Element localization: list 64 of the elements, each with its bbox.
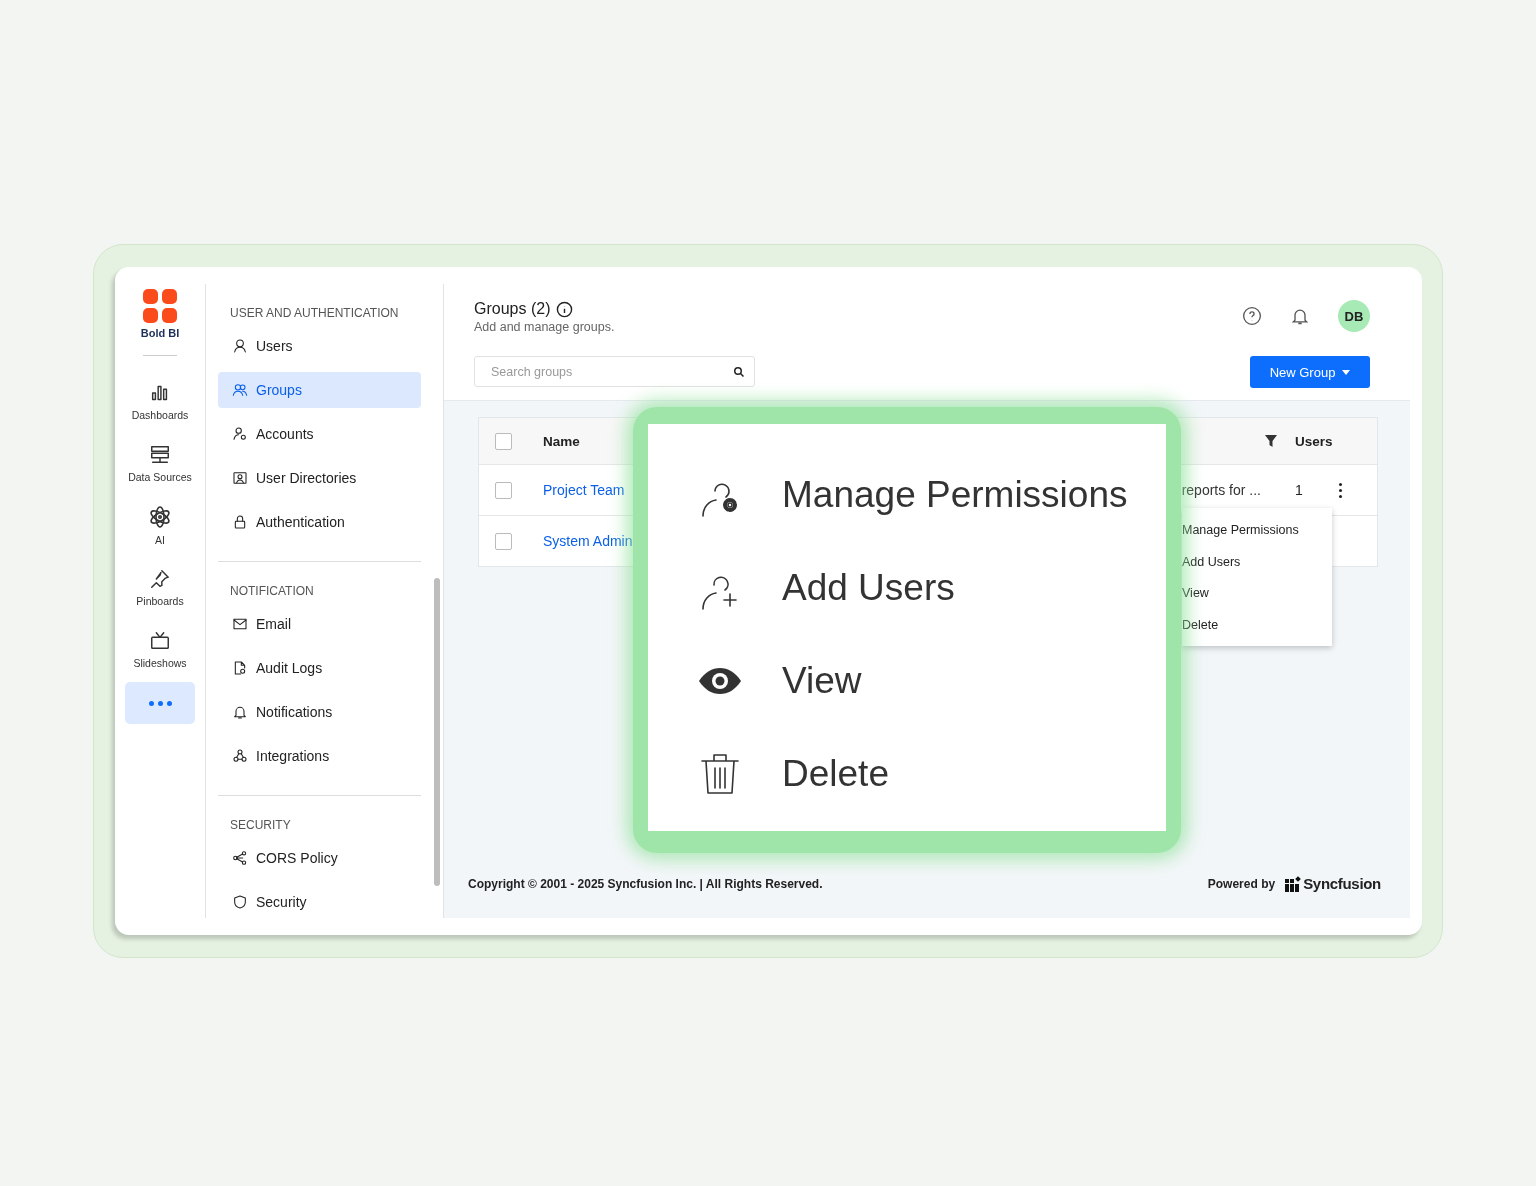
sidebar-item[interactable]: Groups — [218, 372, 421, 408]
sidebar-item[interactable]: Email — [218, 606, 421, 642]
table-cell-text: 1 — [1295, 482, 1304, 498]
rail-item[interactable]: Data Sources — [125, 432, 195, 494]
integration-icon — [232, 748, 248, 764]
document-search-icon — [232, 660, 248, 676]
pin-icon — [149, 567, 171, 590]
menu-item[interactable]: Delete — [1182, 608, 1332, 640]
user-icon — [232, 338, 248, 354]
rail-item[interactable]: Slideshows — [125, 618, 195, 680]
section-title: USER AND AUTHENTICATION — [229, 306, 400, 320]
section-title: SECURITY — [229, 818, 292, 832]
sidebar-item[interactable]: Users — [218, 328, 421, 364]
avatar[interactable]: DB — [1338, 300, 1370, 332]
group-name-link[interactable]: Project Team — [543, 482, 625, 498]
copyright-text: Copyright © 2001 - 2025 Syncfusion Inc. | All Rights Reserved. — [468, 876, 823, 891]
sidebar-item[interactable]: Audit Logs — [218, 650, 421, 686]
server-icon — [149, 443, 171, 466]
logo-icon — [143, 289, 177, 323]
user-gear-icon — [232, 426, 248, 442]
atom-icon — [148, 504, 172, 529]
menu-item[interactable]: View — [1182, 577, 1332, 609]
sidebar-item[interactable]: Accounts — [218, 416, 421, 452]
tv-icon — [149, 629, 171, 652]
grid-logo-icon — [1285, 875, 1303, 892]
checkbox[interactable] — [495, 432, 512, 450]
mail-icon — [232, 616, 248, 632]
id-card-icon — [232, 470, 248, 486]
sidebar-item[interactable]: Security — [218, 884, 421, 920]
more-button[interactable] — [125, 682, 195, 724]
sidebar-item[interactable]: Authentication — [218, 504, 421, 540]
info-icon — [556, 300, 574, 318]
section-title: NOTIFICATION — [229, 584, 315, 598]
column-header: Users — [1295, 433, 1334, 449]
sidebar-item[interactable]: Integrations — [218, 738, 421, 774]
filter-icon[interactable] — [1265, 435, 1277, 447]
lock-icon — [232, 514, 248, 530]
rail-item[interactable]: Pinboards — [125, 556, 195, 618]
checkbox[interactable] — [495, 532, 512, 550]
sidebar-item[interactable]: User Directories — [218, 460, 421, 496]
bell-icon — [232, 704, 248, 720]
search-icon — [733, 366, 745, 378]
syncfusion-brand: Syncfusion — [1303, 875, 1381, 892]
brand-name: Bold BI — [140, 327, 180, 339]
column-header: Name — [543, 433, 581, 449]
page-subtitle: Add and manage groups. — [474, 320, 615, 334]
rail-item[interactable]: Dashboards — [125, 370, 195, 432]
users-icon — [232, 382, 248, 398]
help-icon[interactable] — [1242, 306, 1262, 326]
page-title: Groups (2) — [474, 300, 551, 318]
menu-item[interactable]: Add Users — [1182, 545, 1332, 577]
search-field[interactable]: Search groups — [474, 356, 755, 387]
powered-by-text: Powered by — [1207, 876, 1276, 891]
sidebar-item[interactable]: CORS Policy — [218, 840, 421, 876]
menu-item[interactable]: Manage Permissions — [1182, 514, 1332, 546]
shield-icon — [232, 894, 248, 910]
sidebar-item[interactable]: Notifications — [218, 694, 421, 730]
table-cell: reports for ... — [1181, 482, 1261, 498]
group-name-link[interactable]: System Admin — [543, 533, 633, 549]
share-icon — [232, 850, 248, 866]
checkbox[interactable] — [495, 481, 512, 499]
new-group-button[interactable]: New Group — [1250, 356, 1370, 388]
caret-icon — [1342, 369, 1351, 375]
rail-item[interactable]: AI — [125, 494, 195, 556]
